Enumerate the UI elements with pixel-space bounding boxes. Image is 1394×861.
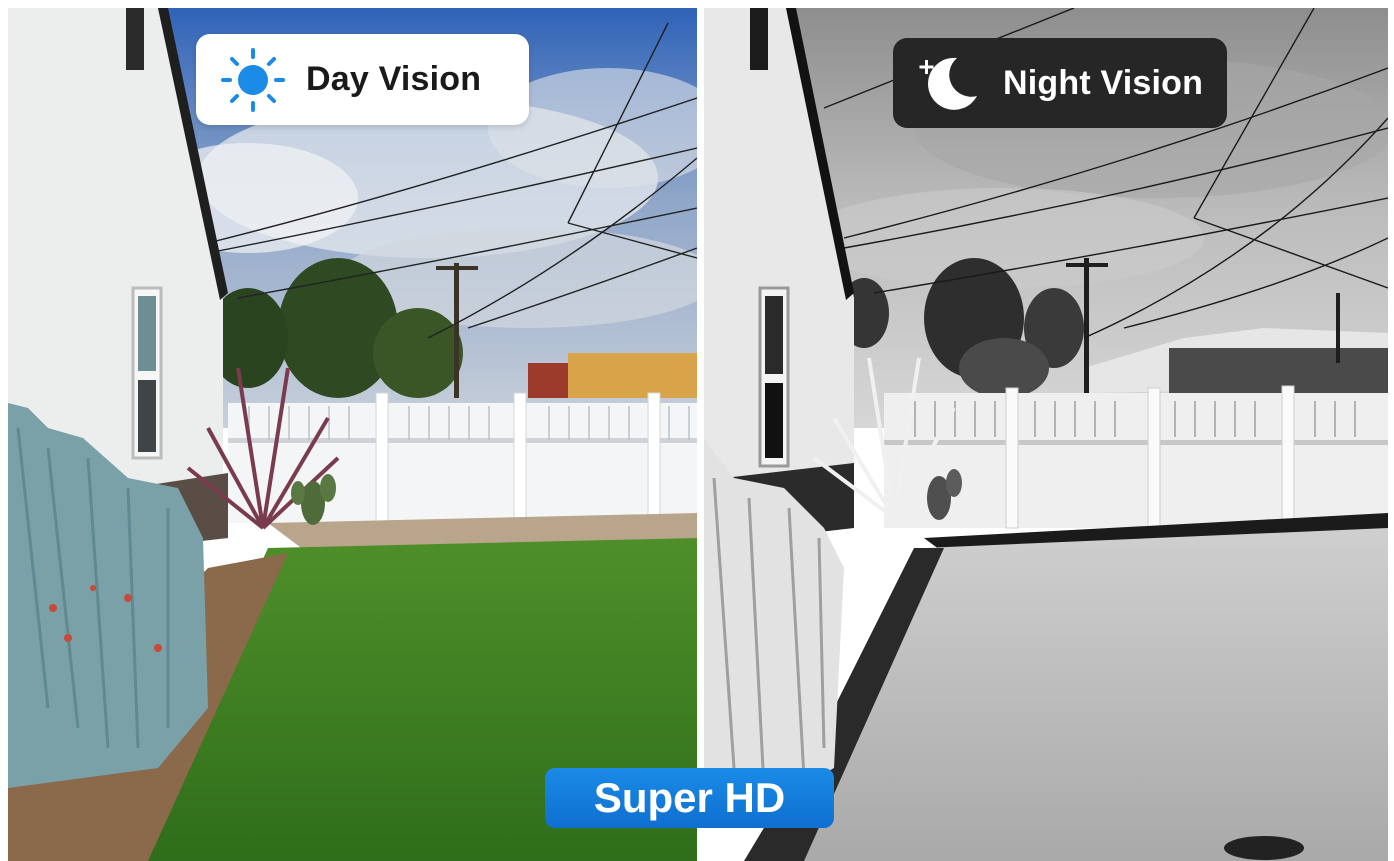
day-vision-badge: Day Vision: [196, 34, 529, 125]
super-hd-label: Super HD: [593, 774, 786, 821]
night-vision-label: Night Vision: [1003, 63, 1204, 102]
comparison-image: Day Vision Night Vision Super HD: [0, 0, 1394, 861]
moon-stars-icon: [917, 50, 983, 116]
day-vision-photo: [8, 8, 697, 861]
night-vision-badge: Night Vision: [893, 38, 1227, 128]
super-hd-badge: Super HD: [545, 768, 834, 828]
night-vision-photo: [704, 8, 1388, 861]
day-vision-label: Day Vision: [306, 60, 482, 98]
sun-icon: [220, 47, 286, 113]
